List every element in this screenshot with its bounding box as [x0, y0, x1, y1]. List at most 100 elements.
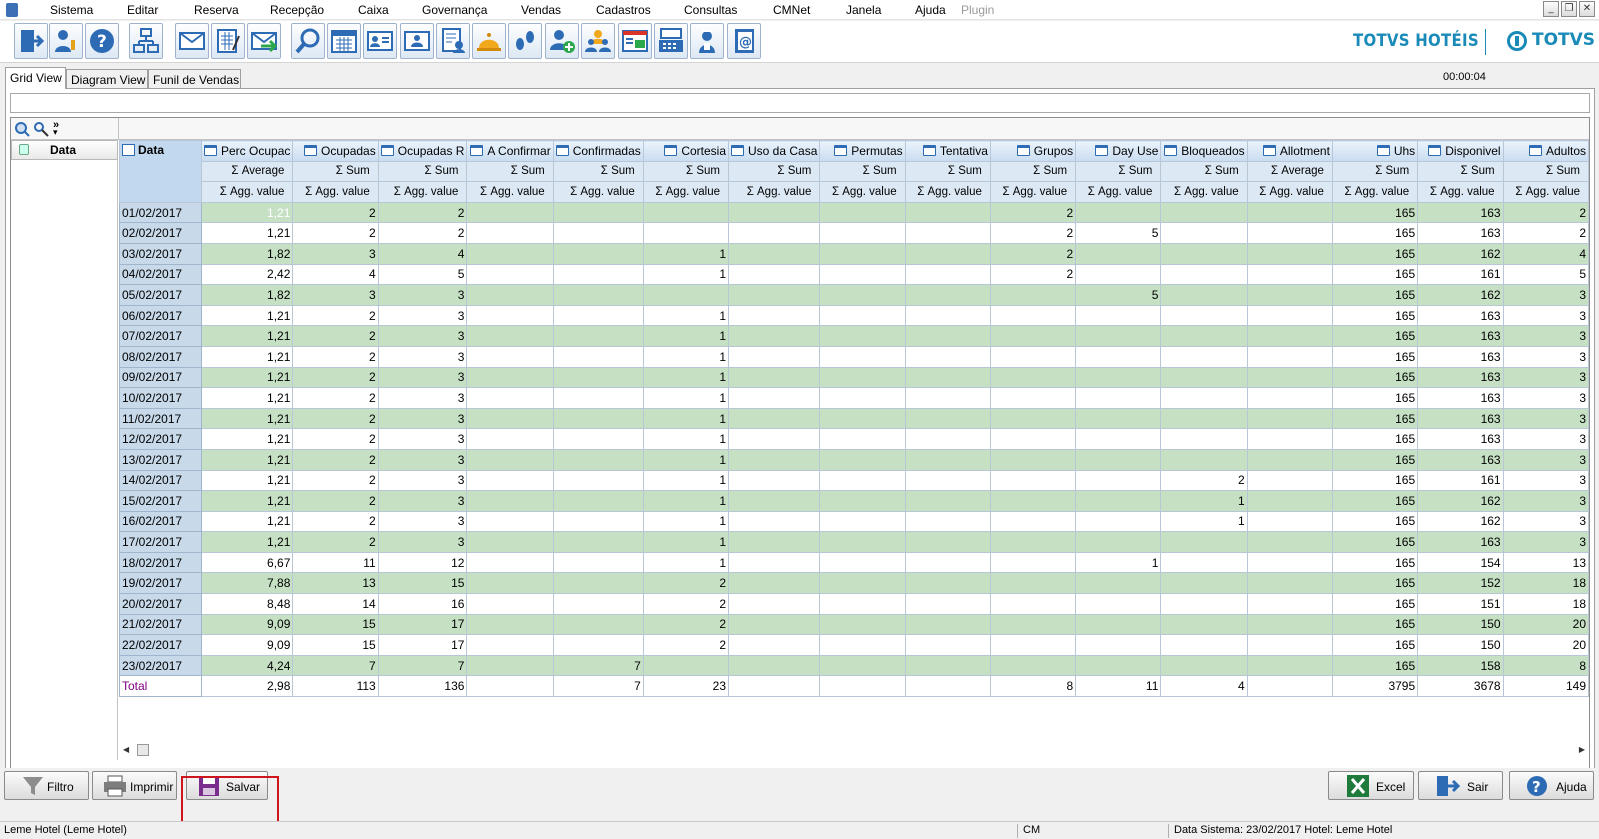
ajuda-button[interactable]: ? Ajuda	[1509, 771, 1594, 800]
table-cell[interactable]	[1075, 469, 1162, 492]
table-cell[interactable]: 162	[1417, 510, 1504, 533]
table-cell[interactable]	[904, 448, 991, 471]
table-cell[interactable]: 165	[1331, 593, 1419, 615]
table-cell[interactable]: 2	[292, 428, 379, 450]
table-cell[interactable]	[904, 551, 991, 574]
table-cell[interactable]	[1160, 366, 1248, 389]
aggregate-type-cell[interactable]: Σ Sum	[989, 160, 1077, 183]
filter-settings-icon[interactable]	[33, 121, 49, 137]
column-header[interactable]: Uso da Casa	[727, 140, 821, 162]
table-row[interactable]: 20/02/2017 8,48 14 16 2 165 151 18	[119, 593, 1589, 615]
table-cell[interactable]	[819, 201, 906, 224]
table-cell[interactable]: 2	[642, 613, 730, 636]
table-cell[interactable]: 3	[1502, 366, 1589, 389]
table-cell[interactable]: 2	[292, 469, 379, 492]
pivot-corner[interactable]: Data	[119, 140, 202, 203]
table-cell[interactable]: 163	[1417, 387, 1504, 409]
table-row[interactable]: 09/02/2017 1,21 2 3 1 165 163 3	[119, 366, 1589, 389]
filtro-button[interactable]: Filtro	[4, 771, 89, 800]
table-cell[interactable]	[1246, 634, 1333, 656]
tab-grid-view[interactable]: Grid View	[5, 67, 66, 89]
tab-diagram-view[interactable]: Diagram View	[66, 69, 148, 89]
table-cell[interactable]	[727, 345, 821, 368]
table-cell[interactable]: 1	[642, 428, 730, 450]
table-cell[interactable]	[1160, 593, 1248, 615]
table-cell[interactable]	[1075, 407, 1162, 430]
row-date-label[interactable]: 23/02/2017	[119, 654, 202, 677]
table-cell[interactable]	[904, 345, 991, 368]
table-cell[interactable]: 5	[377, 263, 468, 286]
column-header[interactable]: Adultos	[1502, 140, 1589, 162]
table-cell[interactable]	[1246, 304, 1333, 327]
table-cell[interactable]: 1,21	[200, 366, 294, 389]
table-cell[interactable]	[727, 551, 821, 574]
row-date-label[interactable]: 14/02/2017	[119, 469, 202, 492]
table-cell[interactable]	[1075, 490, 1162, 512]
table-cell[interactable]: 152	[1417, 572, 1504, 595]
table-cell[interactable]	[642, 654, 730, 677]
row-date-label[interactable]: 07/02/2017	[119, 325, 202, 347]
scroll-left-icon[interactable]: ◀	[123, 745, 129, 754]
table-cell[interactable]: 150	[1417, 634, 1504, 656]
table-cell[interactable]	[466, 654, 554, 677]
table-cell[interactable]: 1	[642, 387, 730, 409]
table-cell[interactable]: 162	[1417, 242, 1504, 265]
menu-caixa[interactable]: Caixa	[358, 3, 389, 17]
table-cell[interactable]: 3	[377, 325, 468, 347]
row-date-label[interactable]: 22/02/2017	[119, 634, 202, 656]
table-cell[interactable]	[819, 345, 906, 368]
table-cell[interactable]	[989, 490, 1077, 512]
table-cell[interactable]: 163	[1417, 366, 1504, 389]
table-cell[interactable]	[552, 387, 644, 409]
table-row[interactable]: 21/02/2017 9,09 15 17 2 165 150 20	[119, 613, 1589, 636]
table-cell[interactable]	[1246, 448, 1333, 471]
reception-icon[interactable]	[400, 23, 434, 59]
sair-button[interactable]: Sair	[1418, 771, 1503, 800]
table-cell[interactable]: 13	[1502, 551, 1589, 574]
table-cell[interactable]: 3	[377, 428, 468, 450]
table-cell[interactable]	[1075, 325, 1162, 347]
aggregate-value-cell[interactable]: Σ Agg. value	[1417, 181, 1504, 203]
menu-cadastros[interactable]: Cadastros	[596, 3, 651, 17]
aggregate-type-cell[interactable]: Σ Sum	[552, 160, 644, 183]
table-cell[interactable]: 165	[1331, 634, 1419, 656]
table-cell[interactable]: 3	[1502, 490, 1589, 512]
table-cell[interactable]	[1246, 366, 1333, 389]
table-cell[interactable]: 2	[292, 531, 379, 553]
table-cell[interactable]: 3	[1502, 304, 1589, 327]
table-cell[interactable]	[727, 613, 821, 636]
table-cell[interactable]	[904, 613, 991, 636]
menu-governanca[interactable]: Governança	[422, 3, 487, 17]
mail-icon[interactable]	[175, 23, 209, 59]
column-header[interactable]: Uhs	[1331, 140, 1419, 162]
table-cell[interactable]	[904, 284, 991, 306]
row-field-data[interactable]: Data	[11, 140, 118, 160]
table-cell[interactable]	[989, 428, 1077, 450]
table-cell[interactable]	[904, 201, 991, 224]
table-cell[interactable]	[1075, 428, 1162, 450]
table-cell[interactable]	[466, 531, 554, 553]
table-cell[interactable]	[466, 510, 554, 533]
table-cell[interactable]	[466, 572, 554, 595]
table-cell[interactable]	[1160, 345, 1248, 368]
table-cell[interactable]	[904, 572, 991, 595]
table-cell[interactable]	[904, 510, 991, 533]
app-icon[interactable]	[6, 3, 18, 17]
table-cell[interactable]: 2	[1502, 222, 1589, 244]
table-cell[interactable]	[552, 325, 644, 347]
table-cell[interactable]	[727, 448, 821, 471]
dropdown-arrow-icon[interactable]: ▾	[53, 127, 58, 138]
table-cell[interactable]	[727, 634, 821, 656]
table-row[interactable]: 03/02/2017 1,82 3 4 1 2 165 162 4	[119, 242, 1589, 265]
row-date-label[interactable]: 16/02/2017	[119, 510, 202, 533]
table-cell[interactable]: 1,21	[200, 325, 294, 347]
form-icon[interactable]	[211, 23, 245, 59]
table-cell[interactable]	[1160, 551, 1248, 574]
table-cell[interactable]: 150	[1417, 613, 1504, 636]
table-cell[interactable]	[727, 387, 821, 409]
table-cell[interactable]	[1246, 242, 1333, 265]
table-cell[interactable]	[989, 593, 1077, 615]
aggregate-type-cell[interactable]: Σ Sum	[642, 160, 730, 183]
table-cell[interactable]	[466, 222, 554, 244]
menu-cmnet[interactable]: CMNet	[773, 3, 810, 17]
